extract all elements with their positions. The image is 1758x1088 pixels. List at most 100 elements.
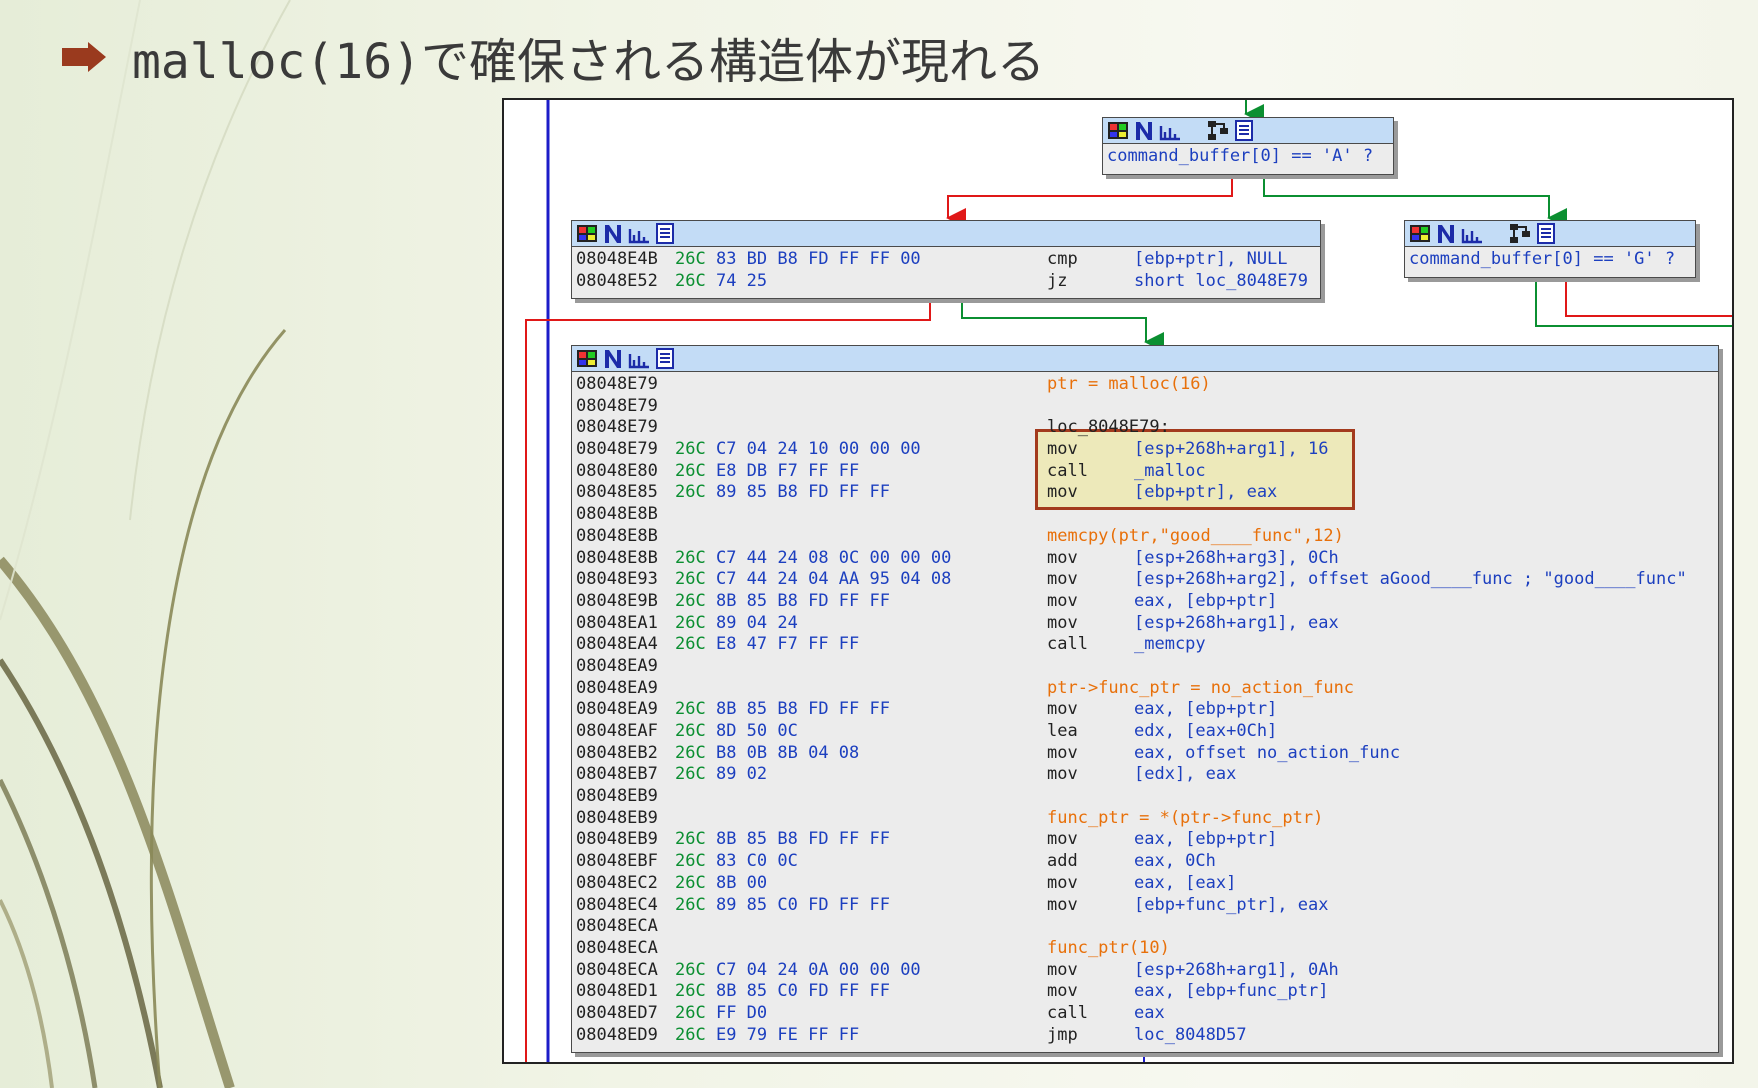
node-check-a[interactable]: command_buffer[0] == 'A' ? <box>1102 117 1394 175</box>
disasm-line[interactable]: 08048ED7 26C FF D0 call eax <box>576 1003 1714 1025</box>
disasm-line[interactable]: 08048EA1 26C 89 04 24 mov [esp+268h+arg1], … <box>576 613 1714 635</box>
disasm-line[interactable]: 08048ECA 26C C7 04 24 0A 00 00 00 mov [esp+… <box>576 960 1714 982</box>
disasm-line[interactable]: 08048EB9 <box>576 786 1714 808</box>
stack-and-bytes <box>675 504 1047 526</box>
disasm-line[interactable]: 08048EAF 26C 8D 50 0C lea edx, [eax+0Ch] <box>576 721 1714 743</box>
graph-icon[interactable] <box>627 223 651 244</box>
disasm-line[interactable]: 08048E79 loc_8048E79: <box>576 417 1714 439</box>
disasm-line[interactable]: 08048ECA <box>576 916 1714 938</box>
disasm-line[interactable]: 08048E52 26C 74 25 jz short loc_8048E79 <box>576 271 1316 293</box>
stack-and-bytes: 26C 8B 85 B8 FD FF FF <box>675 829 1047 851</box>
palette-icon[interactable] <box>575 223 599 244</box>
disasm-line[interactable]: 08048EB2 26C B8 0B 8B 04 08 mov eax, offset… <box>576 743 1714 765</box>
n-icon[interactable] <box>1434 223 1458 244</box>
disasm-line[interactable]: 08048E79 26C C7 04 24 10 00 00 00 mov [esp+… <box>576 439 1714 461</box>
disasm-line[interactable]: 08048E8B <box>576 504 1714 526</box>
disasm-line[interactable]: 08048E4B 26C 83 BD B8 FD FF FF 00 cmp [ebp+… <box>576 249 1316 271</box>
stack-pointer: 26C <box>675 742 706 763</box>
disasm-line[interactable]: 08048E8B memcpy(ptr,"good____func",12) <box>576 526 1714 548</box>
opcode-bytes: E8 47 F7 FF FF <box>715 634 860 655</box>
code-comment: func_ptr = *(ptr->func_ptr) <box>1047 807 1324 828</box>
disasm-line[interactable]: 08048E9B 26C 8B 85 B8 FD FF FF mov eax, [eb… <box>576 591 1714 613</box>
stack-and-bytes: 26C 8B 00 <box>675 873 1047 895</box>
disasm-line[interactable]: 08048EB7 26C 89 02 mov [edx], eax <box>576 764 1714 786</box>
disasm-line[interactable]: 08048ED1 26C 8B 85 C0 FD FF FF mov eax, [eb… <box>576 981 1714 1003</box>
disasm-line[interactable]: 08048E93 26C C7 44 24 04 AA 95 04 08 mov [e… <box>576 569 1714 591</box>
node-code: 08048E79 ptr = malloc(16) 08048E79 08048E79… <box>572 372 1718 1048</box>
node-check-g[interactable]: command_buffer[0] == 'G' ? <box>1404 220 1696 278</box>
address: 08048EBF <box>576 851 658 872</box>
disasm-line[interactable]: 08048E85 26C 89 85 B8 FD FF FF mov [ebp+ptr… <box>576 482 1714 504</box>
edge-top-to-right <box>1263 174 1567 228</box>
opcode-bytes: C7 04 24 0A 00 00 00 <box>715 959 921 980</box>
address: 08048E79 <box>576 374 658 394</box>
opcode-bytes: 8B 85 B8 FD FF FF <box>715 699 890 720</box>
mnemonic: mov <box>1047 872 1078 893</box>
flowchart-icon[interactable] <box>1508 223 1532 244</box>
opcode-bytes: E8 DB F7 FF FF <box>715 460 860 481</box>
disasm-line[interactable]: 08048EA4 26C E8 47 F7 FF FF call _memcpy <box>576 634 1714 656</box>
code-comment: memcpy(ptr,"good____func",12) <box>1047 525 1344 546</box>
stack-and-bytes: 26C E8 47 F7 FF FF <box>675 634 1047 656</box>
graph-icon[interactable] <box>1460 223 1484 244</box>
code-comment: ptr->func_ptr = no_action_func <box>1047 677 1355 698</box>
disasm-line[interactable]: 08048E80 26C E8 DB F7 FF FF call _malloc <box>576 461 1714 483</box>
disasm-line[interactable]: 08048ECA func_ptr(10) <box>576 938 1714 960</box>
n-icon[interactable] <box>601 348 625 369</box>
mnemonic: mov <box>1047 981 1078 1002</box>
disasm-line[interactable]: 08048E79 ptr = malloc(16) <box>576 374 1714 396</box>
ida-graph-view[interactable]: command_buffer[0] == 'A' ? command_buffe… <box>502 98 1734 1064</box>
operands: [esp+268h+arg1], eax <box>1134 612 1339 633</box>
disasm-line[interactable]: 08048EC4 26C 89 85 C0 FD FF FF mov [ebp+fun… <box>576 895 1714 917</box>
stack-and-bytes <box>675 938 1047 960</box>
stack-and-bytes <box>675 417 1047 439</box>
operands: eax, [eax] <box>1134 872 1237 893</box>
operands: eax, [ebp+ptr] <box>1134 699 1278 720</box>
disasm-line[interactable]: 08048EBF 26C 83 C0 0C add eax, 0Ch <box>576 851 1714 873</box>
disasm-line[interactable]: 08048E79 <box>576 396 1714 418</box>
disasm-line[interactable]: 08048ED9 26C E9 79 FE FF FF jmp loc_8048D57 <box>576 1025 1714 1047</box>
stack-and-bytes: 26C 74 25 <box>675 271 1047 293</box>
stack-and-bytes: 26C C7 04 24 10 00 00 00 <box>675 439 1047 461</box>
disasm-line[interactable]: 08048EA9 26C 8B 85 B8 FD FF FF mov eax, [eb… <box>576 699 1714 721</box>
address: 08048EB7 <box>576 764 658 785</box>
condition-text: command_buffer[0] == 'G' ? <box>1409 249 1676 269</box>
palette-icon[interactable] <box>1408 223 1432 244</box>
operands: edx, [eax+0Ch] <box>1134 721 1278 741</box>
disasm-line[interactable]: 08048E8B 26C C7 44 24 08 0C 00 00 00 mov [e… <box>576 548 1714 570</box>
arrow-bullet-icon <box>62 42 106 72</box>
node-malloc-block[interactable]: 08048E79 ptr = malloc(16) 08048E79 08048E79… <box>571 345 1719 1053</box>
operands: [edx], eax <box>1134 764 1237 785</box>
mnemonic: call <box>1047 634 1088 655</box>
stack-and-bytes <box>675 374 1047 396</box>
n-icon[interactable] <box>1132 120 1156 141</box>
disasm-line[interactable]: 08048EA9 <box>576 656 1714 678</box>
graph-icon[interactable] <box>627 348 651 369</box>
disasm-line[interactable]: 08048EA9 ptr->func_ptr = no_action_func <box>576 678 1714 700</box>
opcode-bytes: B8 0B 8B 04 08 <box>715 742 860 763</box>
list-icon[interactable] <box>1534 223 1558 244</box>
list-icon[interactable] <box>653 348 677 369</box>
flowchart-icon[interactable] <box>1206 120 1230 141</box>
stack-pointer: 26C <box>675 612 706 633</box>
stack-pointer: 26C <box>675 721 706 741</box>
address: 08048EB9 <box>576 786 658 807</box>
n-icon[interactable] <box>601 223 625 244</box>
mnemonic: mov <box>1047 894 1078 915</box>
node-cmp-ptr[interactable]: 08048E4B 26C 83 BD B8 FD FF FF 00 cmp [ebp+… <box>571 220 1321 299</box>
address: 08048E93 <box>576 569 658 590</box>
palette-icon[interactable] <box>575 348 599 369</box>
palette-icon[interactable] <box>1106 120 1130 141</box>
list-icon[interactable] <box>653 223 677 244</box>
code-label: loc_8048E79: <box>1047 417 1170 438</box>
stack-pointer: 26C <box>675 482 706 503</box>
list-icon[interactable] <box>1232 120 1256 141</box>
edge-right-red <box>1565 276 1732 317</box>
graph-icon[interactable] <box>1158 120 1182 141</box>
disasm-line[interactable]: 08048EB9 func_ptr = *(ptr->func_ptr) <box>576 808 1714 830</box>
mnemonic: cmp <box>1047 249 1078 269</box>
address: 08048E52 <box>576 270 658 291</box>
disasm-line[interactable]: 08048EC2 26C 8B 00 mov eax, [eax] <box>576 873 1714 895</box>
disasm-line[interactable]: 08048EB9 26C 8B 85 B8 FD FF FF mov eax, [eb… <box>576 829 1714 851</box>
stack-pointer: 26C <box>675 851 706 872</box>
